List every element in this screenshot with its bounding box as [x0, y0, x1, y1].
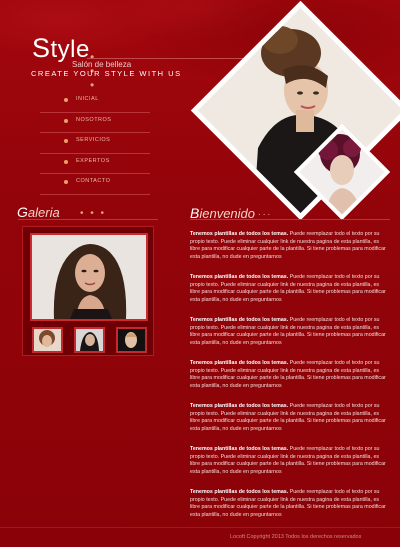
nav-item-servicios[interactable]: SERVICIOS [40, 133, 150, 154]
gallery-title: Galeria [17, 204, 60, 220]
gallery-title-dots: • • • [80, 208, 107, 219]
thumb-1-photo [34, 329, 61, 351]
nav-item-expertos[interactable]: EXPERTOS [40, 154, 150, 174]
content-paragraph: Tenemos plantillas de todos los temas. P… [190, 446, 386, 475]
gallery-divider [18, 219, 158, 220]
gallery-thumb-1[interactable] [32, 327, 63, 353]
welcome-divider [190, 219, 390, 220]
gallery-thumb-2[interactable] [74, 327, 105, 353]
site-logo[interactable]: Style • • • Salón de belleza [32, 33, 254, 92]
content-paragraph: Tenemos plantillas de todos los temas. P… [190, 360, 386, 389]
nav-item-nosotros[interactable]: NOSOTROS [40, 113, 150, 133]
gallery-thumb-3[interactable] [116, 327, 147, 353]
site-footer: Locoft Copyright 2013 Todos los derechos… [0, 527, 400, 547]
main-nav: INICIAL NOSOTROS SERVICIOS EXPERTOS CONT… [40, 92, 150, 195]
thumb-3-photo [118, 329, 145, 351]
welcome-content: Tenemos plantillas de todos los temas. P… [190, 226, 390, 532]
logo-subtitle: Salón de belleza [72, 60, 132, 69]
gallery-panel [22, 226, 154, 356]
nav-item-contacto[interactable]: CONTACTO [40, 174, 150, 195]
bullet-icon [64, 118, 68, 123]
logo-wordmark: Style [32, 33, 90, 63]
gallery-main-image[interactable] [30, 233, 148, 321]
bullet-icon [64, 139, 68, 143]
gallery-thumbnails [30, 327, 147, 353]
bullet-icon [64, 98, 68, 102]
bullet-icon [64, 180, 68, 184]
nav-item-inicial[interactable]: INICIAL [40, 92, 150, 113]
gallery-woman-photo [32, 235, 146, 319]
thumb-2-photo [76, 329, 103, 351]
footer-copyright: Locoft Copyright 2013 Todos los derechos… [230, 534, 362, 540]
content-paragraph: Tenemos plantillas de todos los temas. P… [190, 403, 386, 432]
welcome-title-dots: ... [258, 207, 273, 218]
content-paragraph: Tenemos plantillas de todos los temas. P… [190, 489, 386, 518]
bullet-icon [64, 159, 68, 164]
logo-divider [87, 58, 254, 59]
tagline: CREATE YOUR STYLE WITH US [31, 69, 182, 78]
content-paragraph: Tenemos plantillas de todos los temas. P… [190, 317, 386, 347]
content-paragraph: Tenemos plantillas de todos los temas. P… [190, 274, 386, 304]
content-paragraph: Tenemos plantillas de todos los temas. P… [190, 231, 386, 261]
page: Style • • • Salón de belleza CREATE YOUR… [0, 0, 400, 547]
